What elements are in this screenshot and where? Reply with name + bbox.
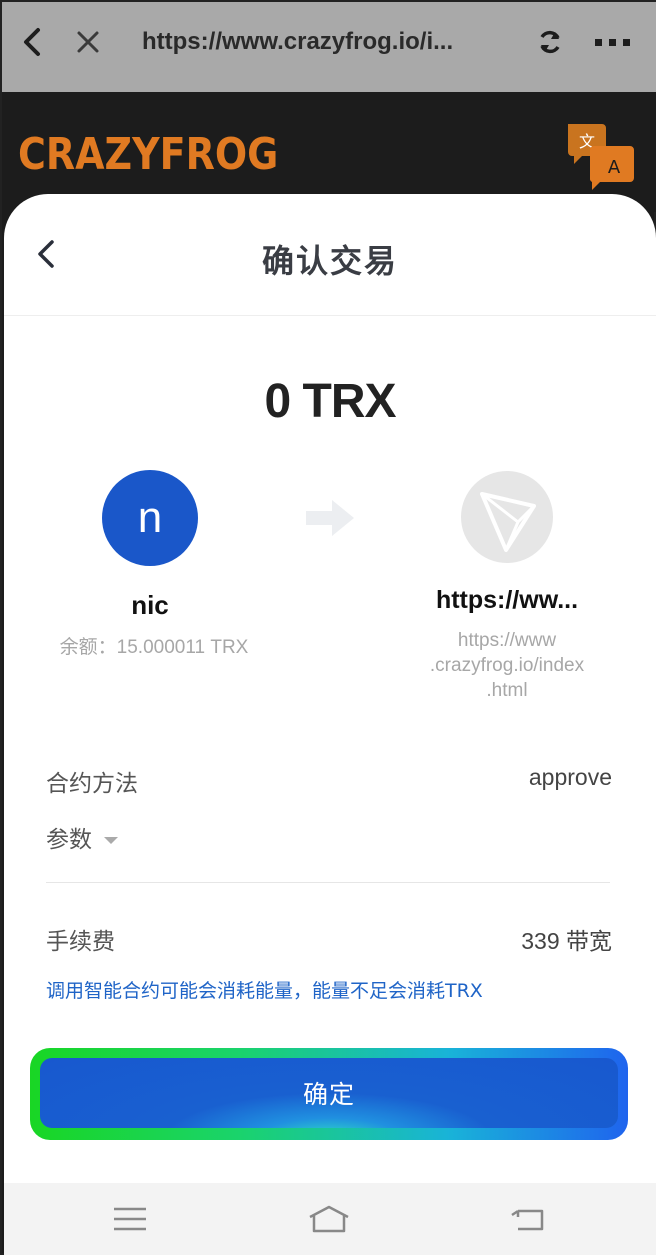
translate-icon[interactable]: 文 A xyxy=(564,120,636,192)
tron-logo-icon xyxy=(460,470,554,564)
recipient-url-line: .crazyfrog.io/index xyxy=(429,655,585,676)
energy-notice: 调用智能合约可能会消耗能量，能量不足会消耗TRX xyxy=(46,980,483,1002)
recipient-url-line: https://www xyxy=(457,630,557,651)
sender-avatar-letter: n xyxy=(137,493,163,542)
system-nav-bar xyxy=(4,1183,656,1255)
more-horizontal-icon[interactable] xyxy=(588,24,638,60)
contract-method-value: approve xyxy=(528,764,612,790)
params-toggle[interactable]: 参数 xyxy=(46,820,118,854)
sender-balance: 余额：15.000011 TRX xyxy=(59,637,249,658)
fee-value: 339 带宽 xyxy=(521,928,612,954)
caret-down-icon xyxy=(104,837,118,844)
recipient-url: https://www .crazyfrog.io/index .html xyxy=(404,628,610,703)
fee-label: 手续费 xyxy=(46,929,115,955)
refresh-icon[interactable] xyxy=(532,24,568,60)
arrow-right-icon xyxy=(304,496,356,540)
params-label: 参数 xyxy=(46,827,92,853)
return-icon[interactable] xyxy=(508,1203,548,1235)
sender-name: nic xyxy=(131,590,169,620)
home-icon[interactable] xyxy=(306,1203,352,1235)
confirm-button[interactable]: 确定 xyxy=(40,1058,618,1128)
contract-method-label: 合约方法 xyxy=(46,771,138,797)
url-field[interactable]: https://www.crazyfrog.io/i... xyxy=(142,28,472,56)
back-arrow-icon[interactable] xyxy=(14,24,50,60)
recipient-url-line: .html xyxy=(486,680,528,701)
sheet-header: 确认交易 xyxy=(4,194,656,316)
divider xyxy=(46,882,610,883)
recipient-name: https://ww... xyxy=(435,586,579,614)
browser-toolbar: https://www.crazyfrog.io/i... xyxy=(2,2,656,92)
svg-text:A: A xyxy=(608,157,621,178)
page-title: 确认交易 xyxy=(261,242,398,280)
site-logo[interactable]: CRAZYFROG xyxy=(18,129,278,180)
sender-avatar: n xyxy=(102,470,198,566)
menu-icon[interactable] xyxy=(110,1203,150,1235)
confirm-transaction-sheet: 确认交易 0 TRX n nic 余额：15.000011 TRX https:… xyxy=(4,194,656,1255)
close-icon[interactable] xyxy=(70,24,106,60)
transaction-amount: 0 TRX xyxy=(264,375,396,428)
